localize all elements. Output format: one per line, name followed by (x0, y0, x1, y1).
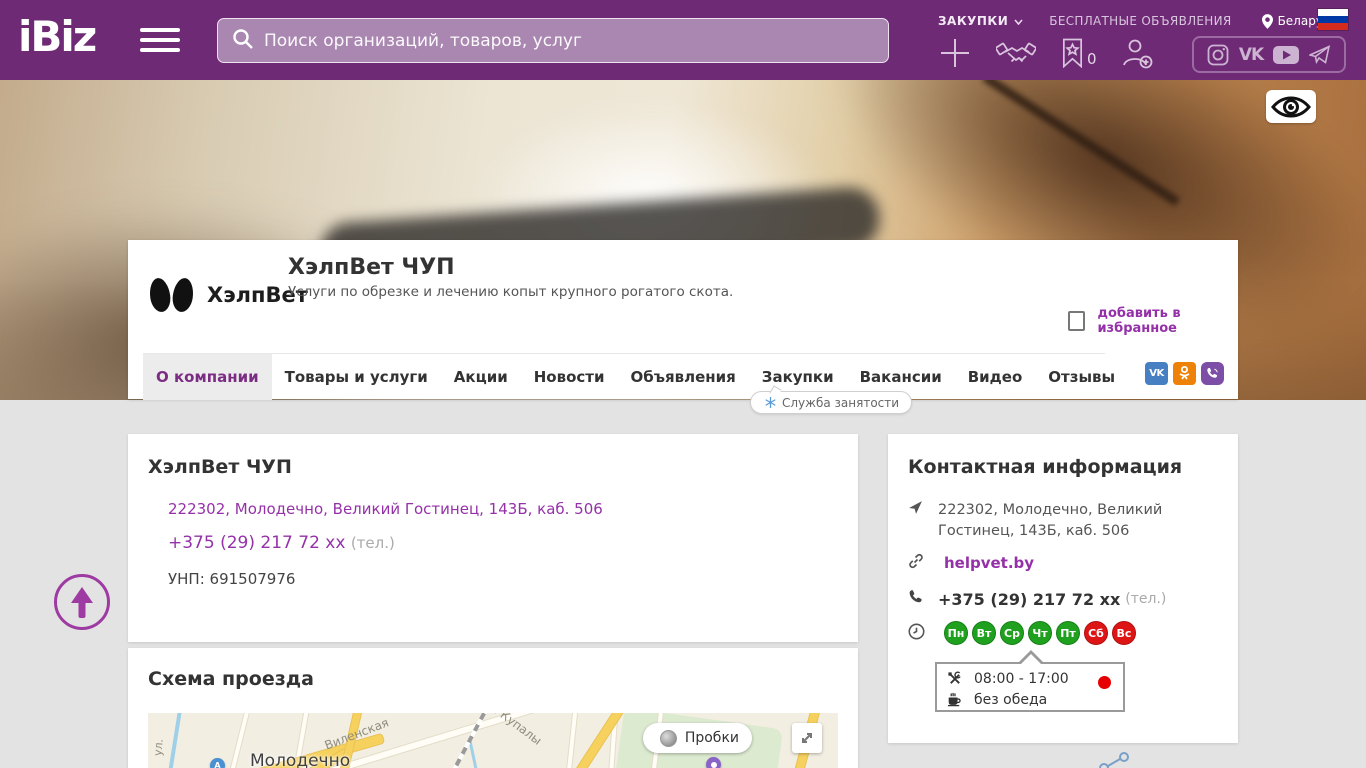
phone-note: (тел.) (351, 534, 395, 552)
coffee-cup-icon (947, 692, 965, 707)
contact-address: 222302, Молодечно, Великий Гостинец, 143… (938, 500, 1218, 542)
map-card: Схема проезда Виленская ки Купалы ул. Мо… (128, 648, 858, 768)
hamburger-menu-icon[interactable] (140, 28, 180, 54)
tab-products[interactable]: Товары и услуги (272, 354, 441, 400)
map-poi-icon (706, 757, 721, 768)
contact-phone-row: +375 (29) 217 72 xx (тел.) (908, 589, 1166, 609)
odnoklassniki-icon[interactable] (1173, 362, 1196, 385)
viber-icon[interactable] (1201, 362, 1224, 385)
clock-icon (908, 623, 928, 644)
working-hours: 08:00 - 17:00 (974, 671, 1069, 687)
website-link[interactable]: helpvet.by (944, 554, 1034, 572)
hours-row: 08:00 - 17:00 (947, 668, 1113, 689)
hoofprint-icon (171, 277, 196, 313)
contact-website-row: helpvet.by (908, 553, 1034, 573)
map[interactable]: Виленская ки Купалы ул. Молодечно А Проб… (148, 713, 838, 768)
site-logo[interactable]: iBiz (18, 12, 95, 61)
page: iBiz ЗАКУПКИ БЕСПЛАТНЫЕ ОБЪЯВЛЕНИЯ Белар… (0, 0, 1366, 768)
company-logo: ХэлпВет (150, 278, 308, 312)
contact-phone[interactable]: +375 (29) 217 72 xx (938, 590, 1120, 609)
day-badge[interactable]: Ср (1000, 621, 1024, 645)
search-icon (232, 28, 254, 54)
about-card: ХэлпВет ЧУП 222302, Молодечно, Великий Г… (128, 434, 858, 642)
about-phone-link[interactable]: +375 (29) 217 72 xx (тел.) (168, 533, 395, 553)
map-street-ul: ул. (151, 738, 165, 756)
day-badge[interactable]: Чт (1028, 621, 1052, 645)
partners-handshake-icon[interactable] (994, 36, 1038, 70)
company-tabs: О компании Товары и услуги Акции Новости… (143, 353, 1105, 399)
bookmarks-icon[interactable]: 0 (1060, 38, 1097, 68)
tab-reviews[interactable]: Отзывы (1035, 354, 1128, 400)
tab-about[interactable]: О компании (143, 354, 272, 400)
about-address-link[interactable]: 222302, Молодечно, Великий Гостинец, 143… (168, 500, 603, 518)
search-bar[interactable] (217, 18, 889, 63)
contact-title: Контактная информация (908, 456, 1218, 478)
lunch-row: без обеда (947, 689, 1113, 710)
contact-address-row: 222302, Молодечно, Великий Гостинец, 143… (908, 500, 1218, 542)
favorites-label: добавить в избранное (1097, 306, 1238, 336)
search-input[interactable] (264, 31, 874, 51)
contact-phone-note: (тел.) (1125, 591, 1166, 607)
vk-icon[interactable]: VK (1239, 45, 1263, 65)
traffic-light-icon (660, 730, 677, 747)
status-closed-dot (1098, 676, 1111, 689)
snowflake-icon (765, 397, 776, 408)
youtube-icon[interactable] (1273, 46, 1299, 64)
telegram-icon[interactable] (1309, 45, 1331, 65)
contact-info-card: Контактная информация 222302, Молодечно,… (888, 434, 1238, 743)
navigation-arrow-icon (908, 500, 928, 542)
phone-icon (908, 589, 928, 609)
map-expand-button[interactable] (792, 723, 822, 753)
tab-promos[interactable]: Акции (441, 354, 521, 400)
free-ads-link[interactable]: БЕСПЛАТНЫЕ ОБЪЯВЛЕНИЯ (1049, 14, 1231, 28)
chevron-down-icon (1014, 14, 1023, 28)
day-badge[interactable]: Сб (1084, 621, 1108, 645)
instagram-icon[interactable] (1207, 44, 1229, 66)
traffic-label: Пробки (685, 730, 739, 746)
link-icon (908, 553, 928, 573)
map-title: Схема проезда (148, 668, 838, 690)
tab-video[interactable]: Видео (955, 354, 1036, 400)
day-badge[interactable]: Вт (972, 621, 996, 645)
traffic-toggle-button[interactable]: Пробки (643, 723, 752, 753)
lunch-label: без обеда (974, 692, 1047, 708)
bookmarks-count: 0 (1087, 50, 1097, 68)
header-top-links: ЗАКУПКИ БЕСПЛАТНЫЕ ОБЪЯВЛЕНИЯ Беларусь (938, 12, 1358, 30)
working-days: Пн Вт Ср Чт Пт Сб Вс (944, 621, 1136, 645)
tools-icon (947, 671, 965, 686)
employment-service-tooltip: Служба занятости (750, 391, 912, 414)
language-flag-russia[interactable] (1318, 9, 1348, 30)
company-tagline: Услуги по обрезке и лечению копыт крупно… (288, 284, 733, 300)
company-header-card: ХэлпВет ХэлпВет ЧУП Услуги по обрезке и … (128, 240, 1238, 399)
profile-icon[interactable] (1121, 38, 1153, 69)
header-icons: 0 (938, 36, 1153, 70)
day-badge[interactable]: Пн (944, 621, 968, 645)
location-pin-icon (1262, 14, 1273, 29)
day-badge[interactable]: Вс (1112, 621, 1136, 645)
scroll-to-top-button[interactable] (54, 574, 110, 630)
about-unp: УНП: 691507976 (168, 570, 295, 588)
company-name: ХэлпВет ЧУП (288, 255, 455, 280)
about-title: ХэлпВет ЧУП (148, 456, 838, 478)
hoofprint-icon (148, 277, 173, 313)
add-to-favorites[interactable]: добавить в избранное (1068, 306, 1238, 336)
add-company-icon[interactable] (938, 36, 972, 70)
header-social-links: VK (1192, 36, 1346, 73)
map-busstop-icon: А (210, 758, 225, 768)
working-hours-tooltip: 08:00 - 17:00 без обеда (935, 662, 1125, 712)
employment-tooltip-label: Служба занятости (782, 396, 899, 410)
share-icon-partial (1090, 752, 1160, 768)
zakupki-menu[interactable]: ЗАКУПКИ (938, 14, 1023, 28)
map-city-label: Молодечно (250, 751, 350, 768)
favorites-checkbox[interactable] (1068, 311, 1085, 331)
header: iBiz ЗАКУПКИ БЕСПЛАТНЫЕ ОБЪЯВЛЕНИЯ Белар… (0, 0, 1366, 80)
day-badge[interactable]: Пт (1056, 621, 1080, 645)
vk-share-icon[interactable]: VK (1145, 362, 1168, 385)
accessibility-eye-button[interactable] (1266, 90, 1316, 123)
company-social-buttons: VK (1145, 362, 1224, 385)
tab-ads[interactable]: Объявления (618, 354, 749, 400)
tab-news[interactable]: Новости (521, 354, 618, 400)
working-days-row: Пн Вт Ср Чт Пт Сб Вс (908, 621, 1136, 645)
